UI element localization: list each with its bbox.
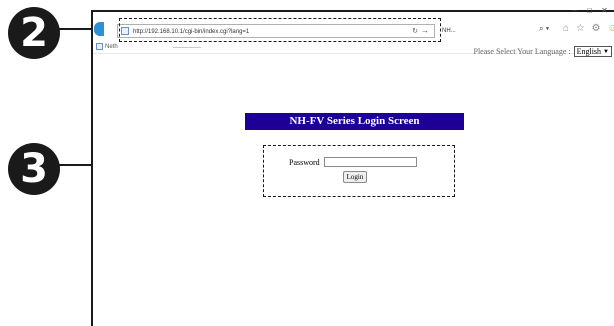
smiley-icon[interactable]: ☺ [607,23,614,34]
step-number-badge: 3 [8,143,60,195]
browser-window: – □ ✕ http://192.168.10.1/cgi-bin/index.cg… [91,6,614,326]
url-highlight-box [119,18,441,42]
language-selected: English [576,47,602,56]
close-button[interactable]: ✕ [597,6,612,15]
password-label: Password [289,158,320,167]
step-number-badge: 2 [8,7,60,59]
page-icon [96,43,103,50]
language-selector-row: Please Select Your Language : English ▼ [473,46,612,57]
favorites-item-label: Neth [105,44,118,51]
language-select[interactable]: English ▼ [573,46,612,57]
maximize-button[interactable]: □ [582,6,597,15]
window-controls: – □ ✕ [567,6,612,15]
search-icon[interactable]: ⌕ ▾ [539,24,549,34]
browser-logo-icon [94,22,104,36]
toolbar-icons: ⌂ ☆ ⚙ ☺ [563,23,614,34]
browser-tab[interactable]: NH... [438,24,538,38]
home-star-gear-icons[interactable]: ⌂ ☆ ⚙ [563,23,603,34]
password-input[interactable] [324,157,417,167]
favorites-divider [173,47,201,48]
page-title: NH-FV Series Login Screen [245,113,464,130]
chevron-down-icon: ▼ [603,48,609,55]
language-prompt: Please Select Your Language : [473,47,571,56]
login-button[interactable]: Login [343,171,367,183]
minimize-button[interactable]: – [567,6,582,15]
favorites-item[interactable]: Neth [96,43,118,50]
